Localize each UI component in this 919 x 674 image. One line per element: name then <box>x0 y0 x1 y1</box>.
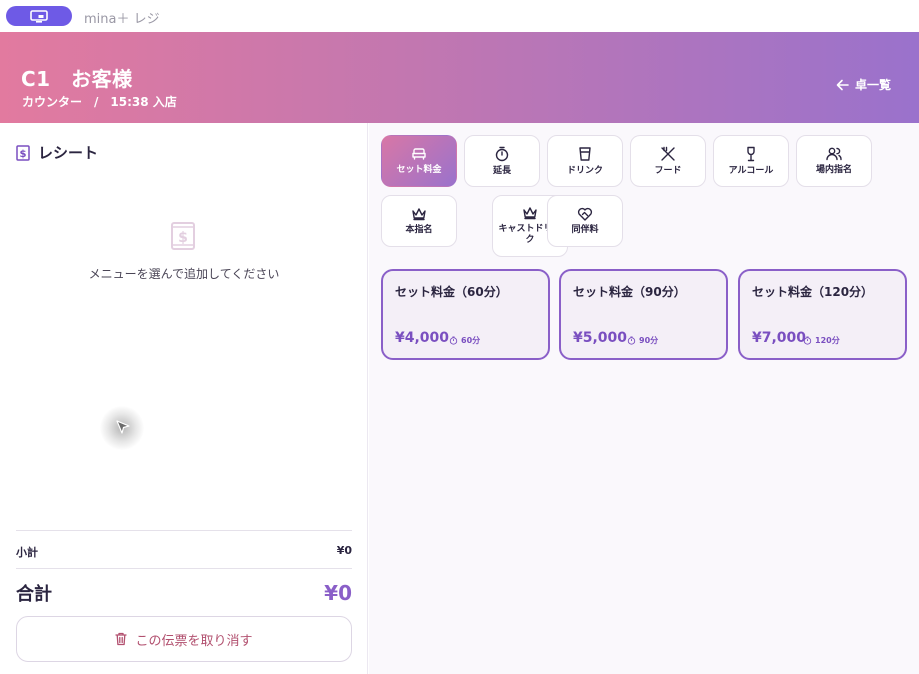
category-main-nomination[interactable]: 本指名 <box>381 195 457 247</box>
svg-text:$: $ <box>178 230 188 246</box>
menu-item-duration-label: 120分 <box>815 336 840 345</box>
menu-item-duration-label: 60分 <box>461 336 481 345</box>
menu-item-price: ¥7,000 <box>752 330 807 346</box>
app-name: mina＋ レジ <box>84 12 160 27</box>
category-label: 本指名 <box>405 224 433 235</box>
menu-item-duration: 120分 <box>803 335 840 346</box>
back-label: 卓一覧 <box>854 78 891 92</box>
category-in-store-nomination[interactable]: 場内指名 <box>796 135 872 187</box>
category-label: 延長 <box>492 165 511 176</box>
mouse-cursor-icon <box>116 420 130 434</box>
divider <box>16 568 352 569</box>
monitor-icon <box>30 9 48 23</box>
menu-item-title: セット料金（60分） <box>395 285 508 299</box>
receipt-heading: $ レシート <box>16 142 98 163</box>
divider <box>16 530 352 531</box>
category-food[interactable]: フード <box>630 135 706 187</box>
cup-icon <box>579 146 591 161</box>
timer-icon <box>627 336 636 345</box>
total-value: ¥0 <box>324 581 352 605</box>
menu-panel: セット料金 延長 ドリンク フード アルコール 場内指名 本指名 キャストドリン… <box>369 123 919 674</box>
menu-item-duration: 60分 <box>449 335 480 346</box>
menu-item-card[interactable]: セット料金（60分） ¥4,000 60分 <box>381 269 550 360</box>
empty-receipt-message: メニューを選んで追加してください <box>88 267 280 281</box>
table-header: C1 お客様 カウンター / 15:38 入店 卓一覧 <box>0 32 919 123</box>
cancel-slip-label: この伝票を取り消す <box>135 633 253 649</box>
subtotal-row: 小計 ¥0 <box>16 544 352 560</box>
category-label: アルコール <box>728 165 774 176</box>
receipt-panel: $ レシート $ メニューを選んで追加してください 小計 ¥0 合計 ¥0 この… <box>0 123 368 674</box>
menu-item-duration-label: 90分 <box>639 336 659 345</box>
subtotal-label: 小計 <box>16 546 38 559</box>
category-label: 場内指名 <box>815 164 852 175</box>
menu-item-title: セット料金（90分） <box>573 285 686 299</box>
category-label: 同伴料 <box>571 224 599 235</box>
crown-icon <box>523 207 537 220</box>
page-title: C1 お客様 <box>21 67 133 91</box>
category-label: セット料金 <box>396 164 442 175</box>
category-label: フード <box>654 165 682 176</box>
top-bar: mina＋ レジ <box>0 0 919 32</box>
sofa-icon <box>412 147 426 160</box>
menu-item-price: ¥5,000 <box>573 330 628 346</box>
timer-icon <box>803 336 812 345</box>
users-icon <box>826 147 842 160</box>
svg-text:$: $ <box>20 149 27 160</box>
timer-icon <box>449 336 458 345</box>
wine-icon <box>747 146 755 161</box>
subtotal-value: ¥0 <box>336 544 352 557</box>
category-extension[interactable]: 延長 <box>464 135 540 187</box>
receipt-icon: $ <box>16 144 30 161</box>
back-to-tables-button[interactable]: 卓一覧 <box>836 76 891 93</box>
app-switch-button[interactable] <box>6 6 72 26</box>
total-row: 合計 ¥0 <box>16 580 352 606</box>
menu-item-card[interactable]: セット料金（90分） ¥5,000 90分 <box>559 269 728 360</box>
menu-item-duration: 90分 <box>627 335 658 346</box>
menu-item-title: セット料金（120分） <box>752 285 874 299</box>
category-accompany-fee[interactable]: 同伴料 <box>547 195 623 247</box>
category-label: ドリンク <box>566 165 603 176</box>
cancel-slip-button[interactable]: この伝票を取り消す <box>16 616 352 662</box>
table-info: カウンター / 15:38 入店 <box>22 95 177 109</box>
menu-item-card[interactable]: セット料金（120分） ¥7,000 120分 <box>738 269 907 360</box>
category-set-charge[interactable]: セット料金 <box>381 135 457 187</box>
crown-icon <box>412 207 426 220</box>
trash-icon <box>115 632 128 646</box>
receipt-title: レシート <box>38 144 99 162</box>
category-alcohol[interactable]: アルコール <box>713 135 789 187</box>
arrow-left-icon <box>836 79 849 90</box>
menu-item-price: ¥4,000 <box>395 330 450 346</box>
category-drink[interactable]: ドリンク <box>547 135 623 187</box>
utensils-icon <box>661 146 675 161</box>
empty-receipt-icon: $ <box>171 222 195 250</box>
timer-icon <box>495 146 509 161</box>
heart-handshake-icon <box>577 207 593 221</box>
total-label: 合計 <box>16 584 52 605</box>
